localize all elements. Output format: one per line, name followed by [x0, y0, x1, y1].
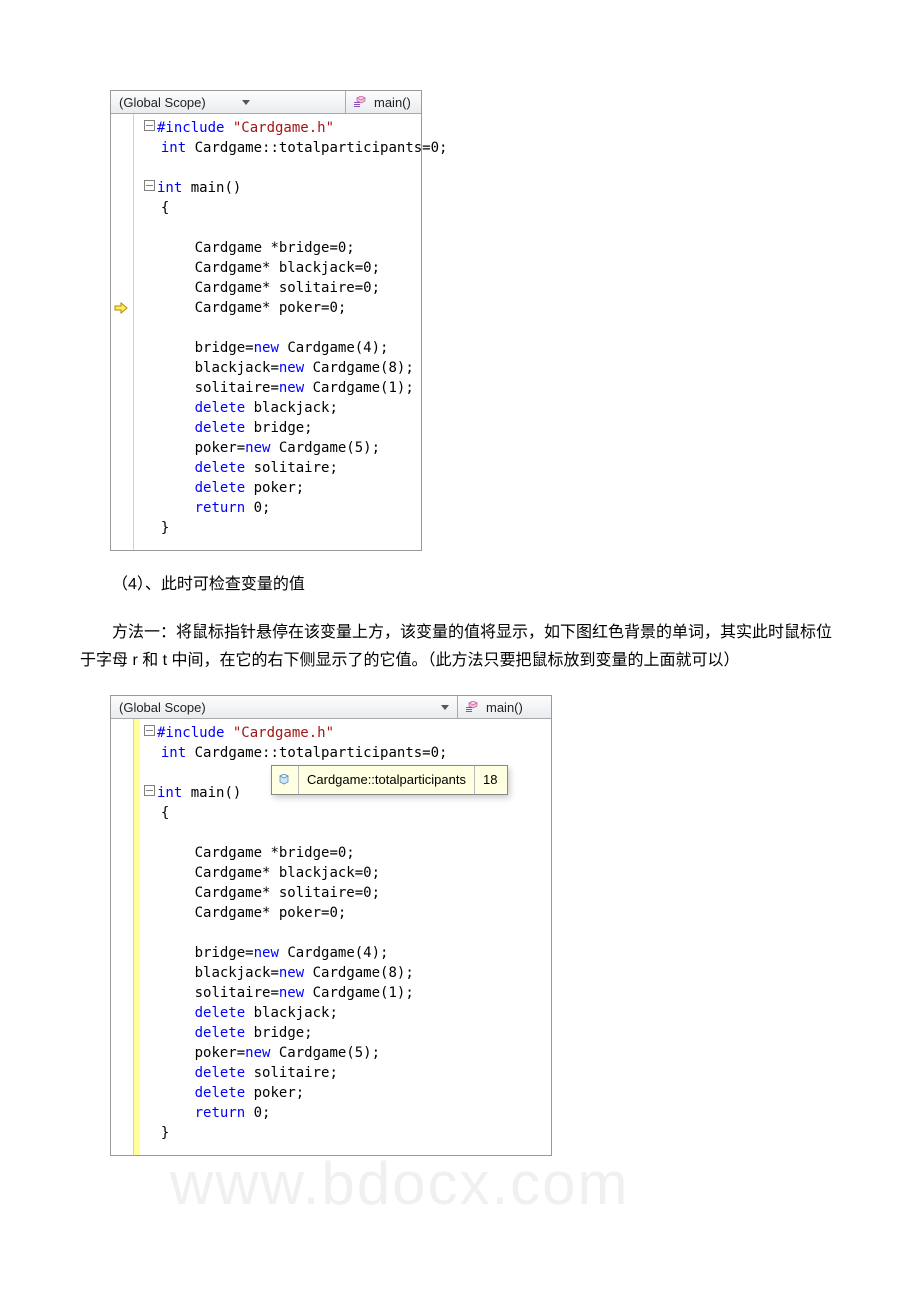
member-label: main() — [486, 700, 523, 715]
code-area-1: #include "Cardgame.h" int Cardgame::tota… — [111, 114, 421, 550]
current-statement-arrow-icon — [113, 300, 129, 316]
paragraph-method-1: 方法一：将鼠标指针悬停在该变量上方，该变量的值将显示，如下图红色背景的单词，其实… — [80, 619, 840, 675]
member-label: main() — [374, 95, 411, 110]
code-text[interactable]: #include "Cardgame.h" int Cardgame::tota… — [140, 114, 457, 550]
scope-label: (Global Scope) — [119, 95, 206, 110]
ide-screenshot-1: (Global Scope) main() — [110, 90, 422, 551]
scope-label: (Global Scope) — [119, 700, 206, 715]
breakpoint-gutter[interactable] — [111, 719, 134, 1155]
method-icon — [354, 96, 368, 108]
tooltip-name: Cardgame::totalparticipants — [299, 766, 475, 794]
ide-nav-bar: (Global Scope) main() — [111, 91, 421, 114]
member-dropdown[interactable]: main() — [346, 91, 421, 113]
document-page: (Global Scope) main() — [0, 0, 920, 1216]
chevron-down-icon — [242, 100, 250, 105]
code-area-2: #include "Cardgame.h" int Cardgame::tota… — [111, 719, 551, 1155]
paragraph-step-4: （4）、此时可检查变量的值 — [80, 571, 840, 599]
debug-value-tooltip[interactable]: Cardgame::totalparticipants 18 — [271, 765, 508, 795]
scope-dropdown[interactable]: (Global Scope) — [111, 91, 346, 113]
watermark-text: www.bdocx.com — [170, 1149, 629, 1218]
chevron-down-icon — [441, 705, 449, 710]
tooltip-value: 18 — [475, 766, 507, 794]
ide-screenshot-2: (Global Scope) main() #incl — [110, 695, 552, 1156]
variable-icon — [272, 766, 299, 794]
member-dropdown[interactable]: main() — [458, 696, 551, 718]
ide-nav-bar: (Global Scope) main() — [111, 696, 551, 719]
breakpoint-gutter[interactable] — [111, 114, 134, 550]
scope-dropdown[interactable]: (Global Scope) — [111, 696, 458, 718]
method-icon — [466, 701, 480, 713]
